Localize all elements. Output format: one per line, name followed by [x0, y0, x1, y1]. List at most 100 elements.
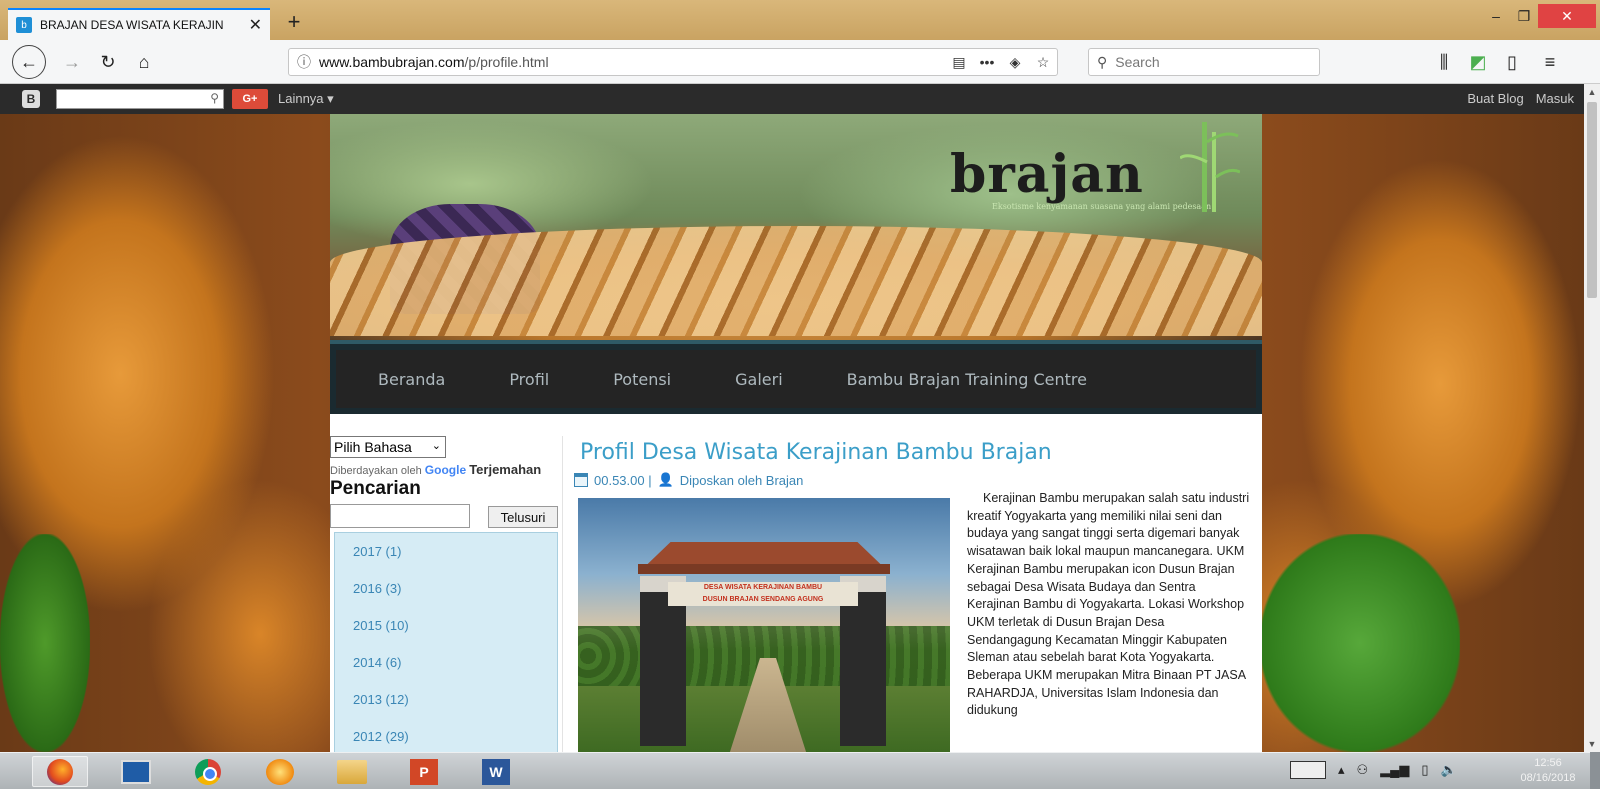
- archive-item[interactable]: 2016 (3): [335, 570, 557, 607]
- taskbar-firefox[interactable]: [32, 756, 88, 787]
- battery-icon[interactable]: ▯: [1421, 762, 1428, 778]
- post-author[interactable]: Diposkan oleh Brajan: [680, 473, 804, 488]
- translate-label[interactable]: Terjemahan: [469, 462, 541, 477]
- firefox-icon: [47, 758, 73, 785]
- address-bar[interactable]: ⓘ www.bambubrajan.com/p/profile.html ▤ •…: [288, 48, 1058, 76]
- blog-archive: 2017 (1) 2016 (3) 2015 (10) 2014 (6) 201…: [334, 532, 558, 752]
- tab-bar: b BRAJAN DESA WISATA KERAJIN ✕ + – ❐ ✕: [0, 0, 1600, 40]
- navigation-toolbar: ← → ↻ ⌂ ⓘ www.bambubrajan.com/p/profile.…: [0, 40, 1600, 84]
- taskbar-lenovo[interactable]: [108, 756, 164, 787]
- archive-item[interactable]: 2012 (29): [335, 718, 557, 752]
- url-domain: www.bambubrajan.com: [319, 54, 465, 70]
- scroll-up-icon[interactable]: ▲: [1584, 84, 1600, 100]
- background-foliage-right: [1260, 534, 1460, 752]
- taskbar-word[interactable]: W: [468, 756, 524, 787]
- home-icon[interactable]: ⌂: [130, 48, 158, 76]
- clock-time: 12:56: [1534, 757, 1562, 769]
- close-tab-icon[interactable]: ✕: [249, 15, 262, 35]
- page-actions-icon[interactable]: •••: [973, 54, 1001, 70]
- gate-sign-line-1: DESA WISATA KERAJINAN BAMBU: [703, 584, 823, 591]
- blog-logo[interactable]: brajan Eksotisme kenyamanan suasana yang…: [950, 122, 1250, 224]
- pocket-icon[interactable]: ◈: [1001, 54, 1029, 71]
- extension-icon[interactable]: ◩: [1464, 48, 1492, 76]
- archive-item[interactable]: 2013 (12): [335, 681, 557, 718]
- menu-item-profil[interactable]: Profil: [509, 370, 549, 389]
- google-plus-button[interactable]: G+: [232, 89, 268, 109]
- sidebar-icon[interactable]: ▯: [1498, 48, 1526, 76]
- window-close-button[interactable]: ✕: [1538, 4, 1596, 28]
- blogger-logo-icon[interactable]: B: [22, 90, 40, 108]
- chevron-down-icon: ⌄: [431, 440, 441, 452]
- powered-prefix: Diberdayakan oleh: [330, 465, 422, 477]
- blogger-navbar: B ⚲ G+ Lainnya ▾ Buat Blog Masuk: [0, 84, 1600, 114]
- info-icon[interactable]: ⓘ: [289, 52, 319, 72]
- windows-taskbar: P W ▴ ⚇ ▂▄▆ ▯ 🔈 12:56 08/16/2018: [0, 752, 1600, 789]
- browser-tab[interactable]: b BRAJAN DESA WISATA KERAJIN ✕: [8, 8, 270, 40]
- search-icon: ⚲: [210, 91, 219, 105]
- minimize-button[interactable]: –: [1484, 4, 1508, 28]
- back-arrow-icon[interactable]: ←: [12, 45, 46, 79]
- photo-gate-roofline: [638, 564, 890, 574]
- language-select-value: Pilih Bahasa: [334, 439, 412, 455]
- post-title[interactable]: Profil Desa Wisata Kerajinan Bambu Braja…: [580, 440, 1052, 465]
- taskbar-powerpoint[interactable]: P: [396, 756, 452, 787]
- search-submit-button[interactable]: Telusuri: [488, 506, 558, 528]
- clock[interactable]: 12:56 08/16/2018: [1512, 756, 1584, 786]
- main-menu: Beranda Profil Potensi Galeri Bambu Braj…: [330, 340, 1262, 414]
- ubuntu-icon: [266, 758, 294, 785]
- url-path: /p/profile.html: [464, 54, 549, 70]
- sidebar-search-input[interactable]: [330, 504, 470, 528]
- vertical-scrollbar[interactable]: ▲ ▼: [1584, 84, 1600, 752]
- more-menu[interactable]: Lainnya ▾: [278, 91, 334, 107]
- search-heading: Pencarian: [330, 478, 421, 499]
- content-divider: [562, 436, 563, 752]
- system-tray: ▴ ⚇ ▂▄▆ ▯ 🔈: [1290, 761, 1457, 779]
- maximize-button[interactable]: ❐: [1512, 4, 1536, 28]
- gate-sign-line-2: DUSUN BRAJAN SENDANG AGUNG: [702, 596, 824, 603]
- web-search-input[interactable]: ⚲ Search: [1088, 48, 1320, 76]
- archive-item[interactable]: 2015 (10): [335, 607, 557, 644]
- forward-arrow-icon[interactable]: →: [58, 48, 86, 76]
- archive-item[interactable]: 2014 (6): [335, 644, 557, 681]
- new-tab-button[interactable]: +: [280, 8, 308, 36]
- reader-view-icon[interactable]: ▤: [945, 54, 973, 71]
- network-icon[interactable]: ⚇: [1357, 762, 1369, 778]
- menu-item-galeri[interactable]: Galeri: [735, 370, 783, 389]
- google-logo[interactable]: Google: [425, 463, 466, 477]
- bookmark-star-icon[interactable]: ☆: [1029, 54, 1057, 71]
- user-icon: 👤: [657, 472, 674, 487]
- clock-date: 08/16/2018: [1520, 772, 1576, 784]
- post-time[interactable]: 00.53.00 |: [594, 473, 652, 488]
- sign-in-link[interactable]: Masuk: [1536, 91, 1574, 106]
- scroll-down-icon[interactable]: ▼: [1584, 736, 1600, 752]
- menu-hamburger-icon[interactable]: ≡: [1536, 48, 1564, 76]
- bamboo-icon: [1180, 122, 1240, 212]
- chrome-icon: [195, 758, 221, 785]
- post-meta: 00.53.00 | 👤 Diposkan oleh Brajan: [574, 472, 803, 488]
- chevron-up-icon[interactable]: ▴: [1338, 762, 1345, 778]
- menu-item-training-centre[interactable]: Bambu Brajan Training Centre: [847, 370, 1087, 389]
- file-explorer-icon: [337, 759, 367, 784]
- create-blog-link[interactable]: Buat Blog: [1467, 91, 1523, 106]
- taskbar-chrome[interactable]: [180, 756, 236, 787]
- taskbar-explorer[interactable]: [324, 756, 380, 787]
- header-braided-basket: [330, 226, 1262, 336]
- volume-icon[interactable]: 🔈: [1441, 762, 1457, 778]
- gate-sign: DESA WISATA KERAJINAN BAMBU DUSUN BRAJAN…: [668, 582, 858, 606]
- scrollbar-thumb[interactable]: [1587, 102, 1597, 298]
- tab-title: BRAJAN DESA WISATA KERAJIN: [40, 18, 224, 32]
- keyboard-icon[interactable]: [1290, 761, 1326, 779]
- menu-item-potensi[interactable]: Potensi: [613, 370, 671, 389]
- taskbar-ubuntu[interactable]: [252, 756, 308, 787]
- library-icon[interactable]: ⫼: [1430, 48, 1458, 76]
- post-photo-gate[interactable]: DESA WISATA KERAJINAN BAMBU DUSUN BRAJAN…: [578, 498, 950, 752]
- signal-icon[interactable]: ▂▄▆: [1380, 762, 1409, 778]
- menu-item-beranda[interactable]: Beranda: [378, 370, 445, 389]
- background-foliage-left: [0, 534, 90, 752]
- blog-search-input[interactable]: ⚲: [56, 89, 224, 109]
- show-desktop-button[interactable]: [1590, 752, 1600, 789]
- favicon-icon: b: [16, 17, 32, 33]
- language-select[interactable]: Pilih Bahasa ⌄: [330, 436, 446, 458]
- reload-icon[interactable]: ↻: [94, 48, 122, 76]
- archive-item[interactable]: 2017 (1): [335, 533, 557, 570]
